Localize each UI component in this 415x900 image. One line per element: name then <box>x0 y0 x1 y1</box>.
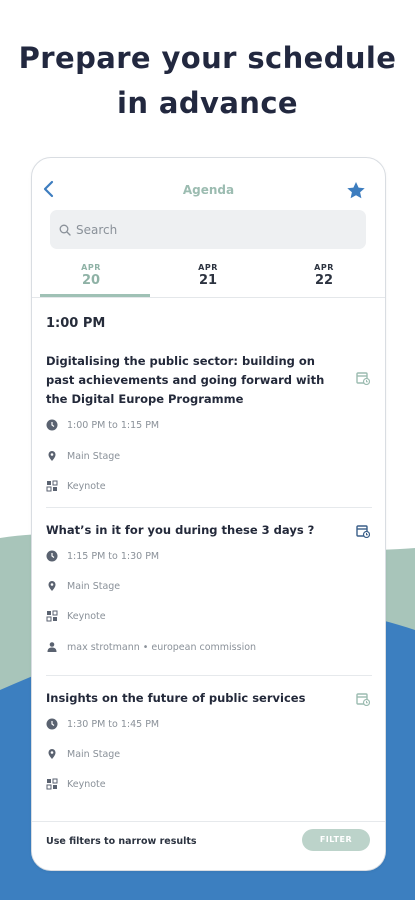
session-time: 1:30 PM to 1:45 PM <box>46 717 159 731</box>
phone-screen: Agenda APR 20 APR 21 APR 22 1:00 PM Digi… <box>31 157 386 871</box>
tab-apr-21[interactable]: APR 21 <box>153 261 263 297</box>
session-title: What’s in it for you during these 3 days… <box>46 523 315 537</box>
session-location-text: Main Stage <box>67 580 121 592</box>
headline-line-1: Prepare your schedule <box>18 41 397 75</box>
add-to-calendar-icon[interactable] <box>356 371 370 385</box>
top-bar: Agenda <box>32 158 385 208</box>
speaker-icon <box>47 642 57 652</box>
tab-month: APR <box>81 263 101 272</box>
location-pin-icon <box>48 749 56 759</box>
session-time-text: 1:15 PM to 1:30 PM <box>67 550 160 562</box>
session-title: Digitalising the public sector: building… <box>46 354 325 406</box>
session-location: Main Stage <box>46 449 120 463</box>
session-location: Main Stage <box>46 579 120 593</box>
clock-icon <box>46 419 58 431</box>
session-time-text: 1:30 PM to 1:45 PM <box>67 718 160 730</box>
promo-headline: Prepare your schedule in advance <box>0 36 415 126</box>
search-bar <box>50 210 366 249</box>
session-time: 1:15 PM to 1:30 PM <box>46 549 159 563</box>
divider <box>46 507 372 508</box>
session-speaker-text: max strotmann • european commission <box>67 641 257 653</box>
session-location-text: Main Stage <box>67 450 121 462</box>
session-type-icon <box>46 610 58 622</box>
divider <box>46 675 372 676</box>
date-tabs: APR 20 APR 21 APR 22 <box>32 261 385 298</box>
location-pin-icon <box>48 581 56 591</box>
session-type-text: Keynote <box>67 610 106 622</box>
time-slot-heading: 1:00 PM <box>46 316 106 331</box>
tab-month: APR <box>198 263 218 272</box>
tab-day: 20 <box>81 273 101 288</box>
location-pin-icon <box>48 451 56 461</box>
session-type-text: Keynote <box>67 480 106 492</box>
session-location: Main Stage <box>46 747 120 761</box>
add-to-calendar-icon[interactable] <box>356 692 370 706</box>
filter-hint: Use filters to narrow results <box>46 836 197 847</box>
session-type: Keynote <box>46 479 106 493</box>
session-time-text: 1:00 PM to 1:15 PM <box>67 419 160 431</box>
add-to-calendar-icon[interactable] <box>356 524 370 538</box>
active-tab-indicator <box>40 294 150 297</box>
page-title: Agenda <box>182 183 235 197</box>
tab-month: APR <box>314 263 334 272</box>
session-type: Keynote <box>46 777 106 791</box>
clock-icon <box>46 550 58 562</box>
session-location-text: Main Stage <box>67 748 121 760</box>
session-type-text: Keynote <box>67 778 106 790</box>
tab-apr-22[interactable]: APR 22 <box>269 261 379 297</box>
session-type-icon <box>46 480 58 492</box>
filter-bar: Use filters to narrow results FILTER <box>32 821 385 870</box>
session-type-icon <box>46 778 58 790</box>
tab-day: 22 <box>314 273 334 288</box>
search-icon <box>59 224 71 236</box>
headline-line-2: in advance <box>117 86 298 120</box>
clock-icon <box>46 718 58 730</box>
tab-apr-20[interactable]: APR 20 <box>36 261 146 297</box>
tab-day: 21 <box>198 273 218 288</box>
session-type: Keynote <box>46 609 106 623</box>
search-input[interactable] <box>76 210 356 249</box>
session-time: 1:00 PM to 1:15 PM <box>46 418 159 432</box>
session-title: Insights on the future of public service… <box>46 691 306 705</box>
session-speaker: max strotmann • european commission <box>46 640 256 654</box>
filter-button[interactable]: FILTER <box>302 829 370 851</box>
star-icon[interactable] <box>346 181 366 200</box>
